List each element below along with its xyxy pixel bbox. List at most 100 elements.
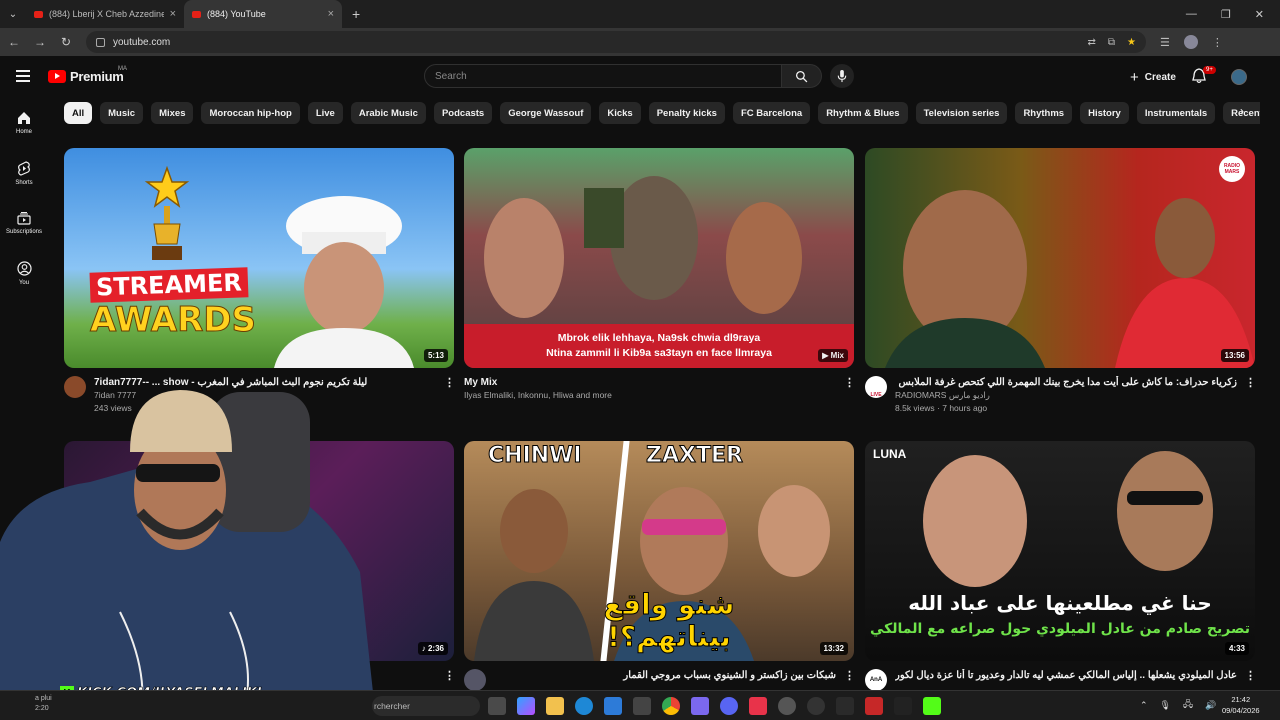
video-thumbnail[interactable]: Mbrok elik lehhaya, Na9sk chwia dl9raya … <box>464 148 854 368</box>
search-button[interactable] <box>782 64 822 88</box>
voice-search-button[interactable] <box>830 64 854 88</box>
chip-television-series[interactable]: Television series <box>915 102 1008 124</box>
browser-profile-avatar[interactable] <box>1183 35 1198 49</box>
more-options-icon[interactable]: ⋮ <box>444 376 455 415</box>
chip-history[interactable]: History <box>1080 102 1129 124</box>
account-avatar[interactable] <box>1231 69 1247 85</box>
streamer-chef-figure <box>274 196 414 368</box>
steam-icon[interactable] <box>778 697 796 715</box>
terminal-icon[interactable] <box>836 697 854 715</box>
more-options-icon[interactable]: ⋮ <box>844 669 855 691</box>
tab-search-icon[interactable]: ⌄ <box>0 0 26 28</box>
chip-kicks[interactable]: Kicks <box>599 102 641 124</box>
url-field[interactable]: youtube.com ⇄ ⧉ ★ <box>86 31 1146 53</box>
chip-all[interactable]: All <box>64 102 93 124</box>
chip-instrumentals[interactable]: Instrumentals <box>1136 102 1216 124</box>
close-tab-icon[interactable]: × <box>328 8 334 20</box>
more-options-icon[interactable]: ⋮ <box>1245 376 1256 415</box>
chip-podcasts[interactable]: Podcasts <box>433 102 493 124</box>
video-title[interactable]: عادل الميلودي يشعلها .. إلياس المالكي عم… <box>895 669 1237 682</box>
capcut-icon[interactable] <box>807 697 825 715</box>
sidebar-item-shorts[interactable]: Shorts <box>0 148 48 198</box>
minimize-icon[interactable]: — <box>1186 8 1197 21</box>
chevron-right-icon[interactable]: › <box>1240 104 1244 118</box>
chip-live[interactable]: Live <box>307 102 343 124</box>
country-code: MA <box>118 66 127 72</box>
plus-icon: + <box>1130 68 1139 86</box>
video-title[interactable]: زكرياء حدراف: ما كاش على أيت مدا يخرج بي… <box>895 376 1237 389</box>
close-tab-icon[interactable]: × <box>170 8 176 20</box>
edge-browser-icon[interactable] <box>575 697 593 715</box>
sidebar-item-subscriptions[interactable]: Subscriptions <box>0 198 48 248</box>
youtube-header: Premium MA Search + Create 9+ <box>0 56 1280 98</box>
site-info-icon[interactable] <box>96 37 105 47</box>
taskbar-apps <box>488 697 941 715</box>
install-app-icon[interactable]: ⧉ <box>1108 37 1115 48</box>
sidebar-item-you[interactable]: You <box>0 248 48 298</box>
channel-name[interactable]: RADIOMARS راديو مارس <box>895 389 1237 402</box>
mail-icon[interactable] <box>604 697 622 715</box>
file-explorer-icon[interactable] <box>546 697 564 715</box>
channel-avatar[interactable]: LIVE <box>865 376 887 398</box>
app-icon[interactable] <box>894 697 912 715</box>
more-options-icon[interactable]: ⋮ <box>1245 669 1256 691</box>
thumbnail-text-awards: AWARDS <box>90 300 257 340</box>
video-thumbnail[interactable]: RADIO MARS 13:56 <box>865 148 1255 368</box>
video-title[interactable]: شبكات بين زاكستر و الشينوي بسباب مروجي ا… <box>494 669 836 682</box>
taskbar-search[interactable]: rchercher <box>372 696 480 716</box>
thumbnail-arabic-text: شنو واقع بيناتهم؟! <box>603 588 735 653</box>
chip-george-wassouf[interactable]: George Wassouf <box>500 102 592 124</box>
game-controller-icon[interactable] <box>691 697 709 715</box>
video-thumbnail[interactable]: CHINWI ZAXTER شنو واقع بيناتهم؟! 13:32 <box>464 441 854 661</box>
volume-icon[interactable]: 🔊 <box>1205 700 1216 711</box>
chip-music[interactable]: Music <box>100 102 144 124</box>
reload-icon[interactable]: ↻ <box>60 35 72 49</box>
chip-moroccan-hip-hop[interactable]: Moroccan hip-hop <box>201 102 300 124</box>
chrome-icon[interactable] <box>662 697 680 715</box>
translate-icon[interactable]: ⇄ <box>1088 37 1096 48</box>
sidebar-item-home[interactable]: Home <box>0 98 48 148</box>
chip-mixes[interactable]: Mixes <box>151 102 194 124</box>
forward-icon[interactable]: → <box>34 35 46 49</box>
browser-tab-active[interactable]: (884) YouTube × <box>184 0 342 28</box>
video-card: LUNA حنا غي مطلعينها على عباد الله تصريح… <box>865 441 1256 691</box>
sidebar-item-label: Home <box>15 129 32 135</box>
adobe-acrobat-icon[interactable] <box>749 697 767 715</box>
bookmark-star-icon[interactable]: ★ <box>1127 37 1136 48</box>
restore-icon[interactable]: ❐ <box>1221 8 1231 21</box>
channel-avatar[interactable]: AnA <box>865 669 887 691</box>
more-options-icon[interactable]: ⋮ <box>844 376 855 402</box>
chip-arabic-music[interactable]: Arabic Music <box>350 102 426 124</box>
snipping-tool-icon[interactable] <box>633 697 651 715</box>
youtube-premium-logo[interactable]: Premium MA <box>48 66 127 84</box>
new-tab-icon[interactable]: + <box>342 6 370 22</box>
more-options-icon[interactable]: ⋮ <box>444 669 455 682</box>
reading-list-icon[interactable]: ☰ <box>1160 36 1170 49</box>
taskbar-clock[interactable]: 21:42 09/04/2026 <box>1222 694 1260 716</box>
browser-menu-icon[interactable]: ⋮ <box>1212 36 1223 49</box>
kick-app-icon[interactable] <box>923 697 941 715</box>
browser-tab[interactable]: (884) Lberij X Cheb Azzedine - × <box>26 0 184 28</box>
chip-rhythms[interactable]: Rhythms <box>1015 102 1073 124</box>
microphone-tray-icon[interactable]: 🎙 <box>1160 700 1171 711</box>
channel-avatar[interactable] <box>464 669 486 691</box>
network-icon[interactable]: 🖧 <box>1183 697 1193 713</box>
discord-icon[interactable] <box>720 697 738 715</box>
back-icon[interactable]: ← <box>8 35 20 49</box>
video-meta: AnA عادل الميلودي يشعلها .. إلياس المالك… <box>865 669 1256 691</box>
chip-penalty-kicks[interactable]: Penalty kicks <box>648 102 725 124</box>
chip-rhythm-blues[interactable]: Rhythm & Blues <box>818 102 908 124</box>
video-thumbnail[interactable]: LUNA حنا غي مطلعينها على عباد الله تصريح… <box>865 441 1255 661</box>
tray-overflow-icon[interactable]: ⌃ <box>1140 700 1148 711</box>
obs-icon[interactable] <box>865 697 883 715</box>
task-view-icon[interactable] <box>488 697 506 715</box>
copilot-icon[interactable] <box>517 697 535 715</box>
video-title[interactable]: My Mix <box>464 376 836 389</box>
video-thumbnail[interactable]: STREAMER AWARDS 5:13 <box>64 148 454 368</box>
video-meta: My Mix Ilyas Elmaliki, Inkonnu, Hliwa an… <box>464 376 855 402</box>
close-window-icon[interactable]: ✕ <box>1255 8 1264 21</box>
chip-fc-barcelona[interactable]: FC Barcelona <box>732 102 811 124</box>
create-button[interactable]: + Create <box>1120 66 1186 88</box>
search-input[interactable]: Search <box>424 64 782 88</box>
menu-icon[interactable] <box>16 70 30 85</box>
